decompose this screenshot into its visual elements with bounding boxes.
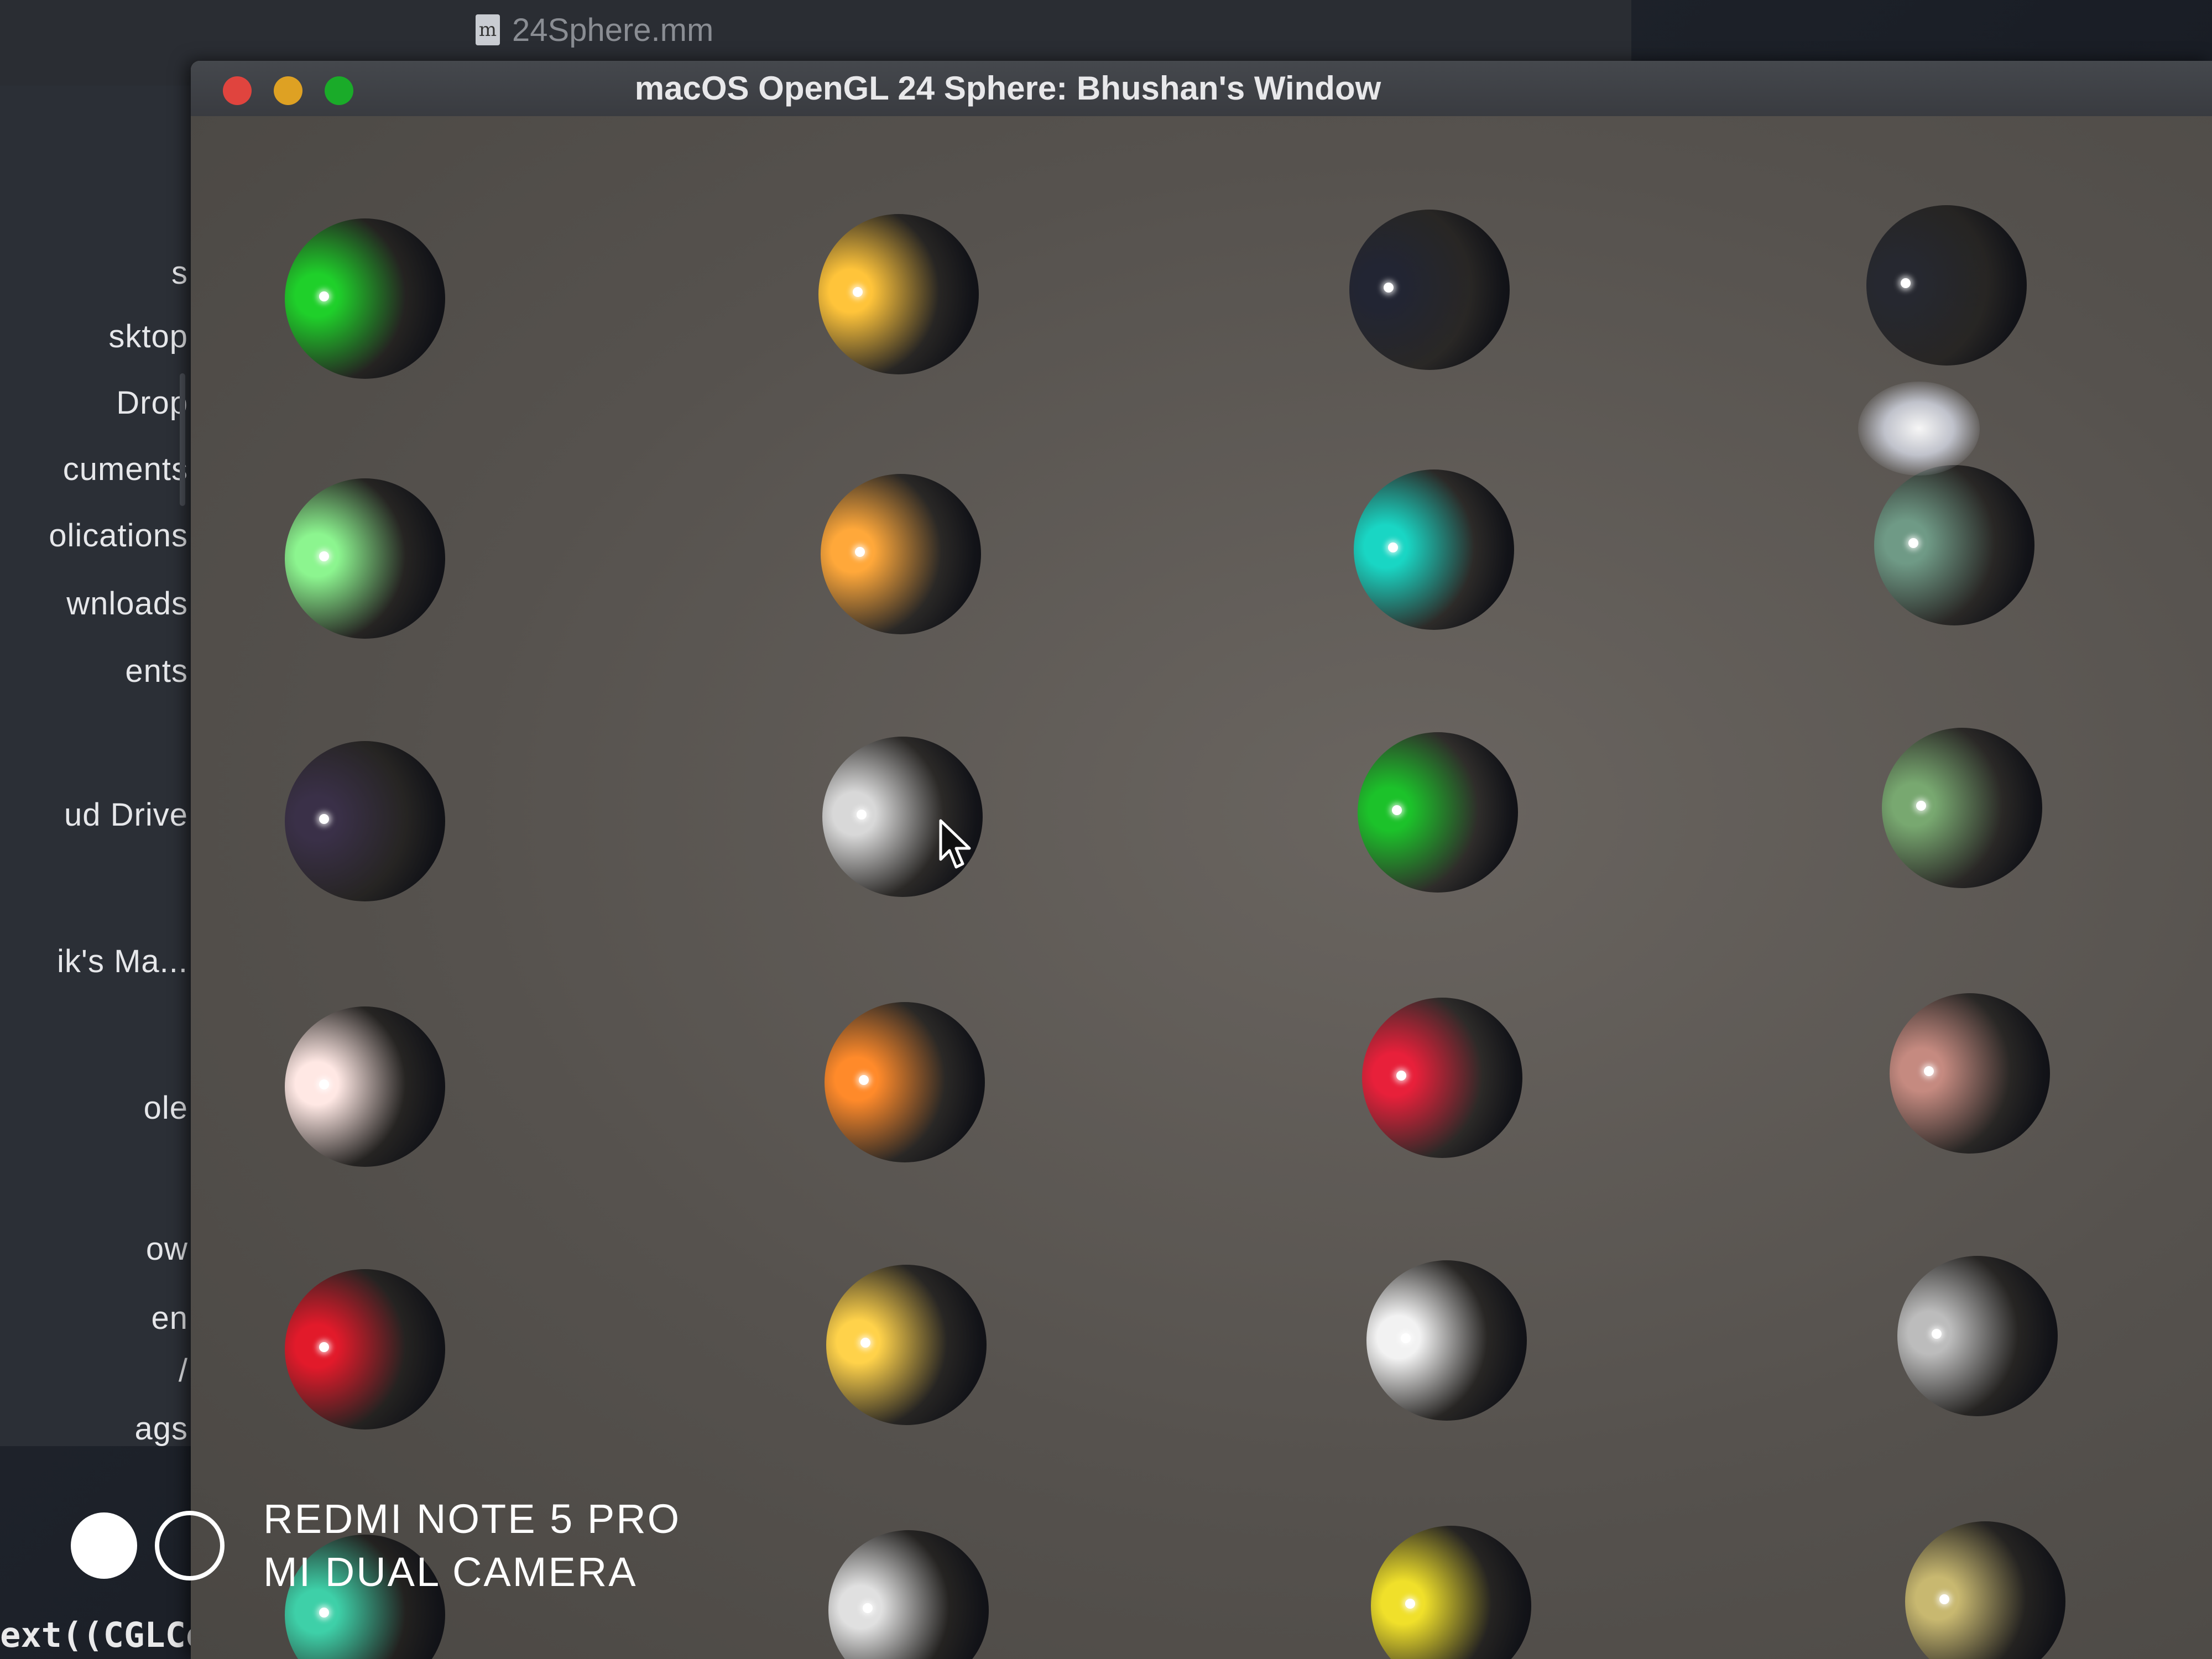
sphere-r6-c4 — [1905, 1521, 2065, 1659]
sphere-r2-c4 — [1874, 465, 2034, 625]
sphere-specular-highlight — [853, 287, 863, 297]
sphere-specular-highlight — [854, 547, 865, 557]
sphere-r1-c2 — [818, 214, 979, 374]
sphere-specular-highlight — [1405, 1599, 1415, 1609]
sphere-r3-c1 — [285, 741, 445, 901]
screen-glare — [1858, 382, 1980, 476]
sidebar-item-recents[interactable]: s — [0, 254, 188, 291]
sidebar-item-applications[interactable]: olications — [0, 517, 188, 554]
sphere-r4-c4 — [1890, 993, 2050, 1154]
sphere-r5-c4 — [1897, 1256, 2058, 1416]
sphere-r6-c3 — [1370, 1526, 1531, 1659]
camera-watermark: REDMI NOTE 5 PRO MI DUAL CAMERA — [71, 1496, 681, 1595]
sphere-r5-c2 — [826, 1265, 987, 1425]
sphere-specular-highlight — [1924, 1066, 1934, 1076]
sidebar-item-documents-2[interactable]: ents — [0, 653, 188, 690]
sphere-r4-c1 — [285, 1006, 445, 1167]
sphere-specular-highlight — [1939, 1594, 1949, 1604]
sphere-specular-highlight — [319, 291, 329, 301]
sidebar-item-downloads[interactable]: wnloads — [0, 585, 188, 622]
sphere-r4-c2 — [824, 1002, 985, 1162]
window-title: macOS OpenGL 24 Sphere: Bhushan's Window — [634, 70, 1381, 107]
source-file-icon: m — [476, 14, 500, 45]
editor-file-tab[interactable]: m 24Sphere.mm — [476, 8, 713, 52]
finder-sidebar: s sktop Drop cuments olications wnloads … — [0, 86, 191, 1446]
sphere-r2-c2 — [820, 474, 981, 634]
opengl-window: macOS OpenGL 24 Sphere: Bhushan's Window — [191, 61, 2212, 1659]
watermark-text: REDMI NOTE 5 PRO MI DUAL CAMERA — [263, 1493, 681, 1599]
sphere-r1-c1 — [285, 218, 445, 379]
sphere-r3-c3 — [1358, 732, 1519, 893]
sphere-specular-highlight — [1901, 278, 1911, 288]
sphere-r2-c3 — [1353, 469, 1514, 630]
sphere-specular-highlight — [1384, 283, 1394, 293]
sphere-r3-c2 — [822, 737, 983, 897]
sphere-r1-c4 — [1866, 205, 2027, 366]
sphere-r6-c2 — [828, 1530, 989, 1659]
sphere-specular-highlight — [319, 1342, 329, 1352]
sidebar-scrollbar[interactable] — [180, 373, 185, 506]
sidebar-item-slash[interactable]: / — [0, 1352, 188, 1389]
sphere-specular-highlight — [862, 1603, 873, 1613]
sphere-specular-highlight — [1916, 801, 1926, 811]
sidebar-item-airdrop[interactable]: Drop — [0, 384, 188, 421]
sphere-specular-highlight — [858, 1075, 869, 1085]
sphere-r5-c3 — [1366, 1260, 1527, 1421]
watermark-line-2: MI DUAL CAMERA — [263, 1549, 638, 1595]
sphere-specular-highlight — [860, 1338, 870, 1348]
sidebar-item-tag-yellow[interactable]: ow — [0, 1230, 188, 1267]
sidebar-item-tag-green[interactable]: en — [0, 1300, 188, 1337]
watermark-ring-icon — [155, 1511, 225, 1580]
sphere-r3-c4 — [1882, 728, 2042, 888]
watermark-line-1: REDMI NOTE 5 PRO — [263, 1496, 681, 1542]
watermark-filled-circle-icon — [71, 1512, 137, 1579]
sphere-r2-c1 — [285, 478, 445, 639]
sphere-specular-highlight — [857, 810, 867, 820]
sidebar-item-desktop[interactable]: sktop — [0, 318, 188, 355]
opengl-canvas[interactable] — [191, 116, 2212, 1659]
sphere-specular-highlight — [1392, 805, 1402, 815]
sidebar-item-all-tags[interactable]: ags — [0, 1410, 188, 1446]
sphere-specular-highlight — [1932, 1329, 1942, 1339]
sphere-specular-highlight — [1387, 542, 1398, 552]
editor-tab-title: 24Sphere.mm — [512, 12, 714, 48]
sphere-specular-highlight — [1908, 538, 1918, 548]
sphere-r4-c3 — [1362, 998, 1523, 1158]
sphere-specular-highlight — [1396, 1071, 1407, 1081]
sidebar-item-documents[interactable]: cuments — [0, 451, 188, 488]
sphere-specular-highlight — [319, 1608, 329, 1618]
sphere-specular-highlight — [1400, 1333, 1411, 1343]
code-fragment: ext((CGLCo — [0, 1615, 199, 1655]
mouse-pointer-icon — [939, 819, 971, 869]
window-titlebar[interactable]: macOS OpenGL 24 Sphere: Bhushan's Window — [191, 61, 2212, 117]
sphere-specular-highlight — [319, 1079, 329, 1089]
sidebar-item-icloud-drive[interactable]: ud Drive — [0, 796, 188, 833]
sphere-specular-highlight — [319, 551, 329, 561]
sidebar-item-device[interactable]: ik's Ma... — [0, 943, 188, 980]
sphere-r1-c3 — [1349, 210, 1510, 370]
sphere-specular-highlight — [319, 814, 329, 824]
sidebar-item-tag-purple[interactable]: ole — [0, 1089, 188, 1126]
sphere-r5-c1 — [285, 1269, 445, 1430]
